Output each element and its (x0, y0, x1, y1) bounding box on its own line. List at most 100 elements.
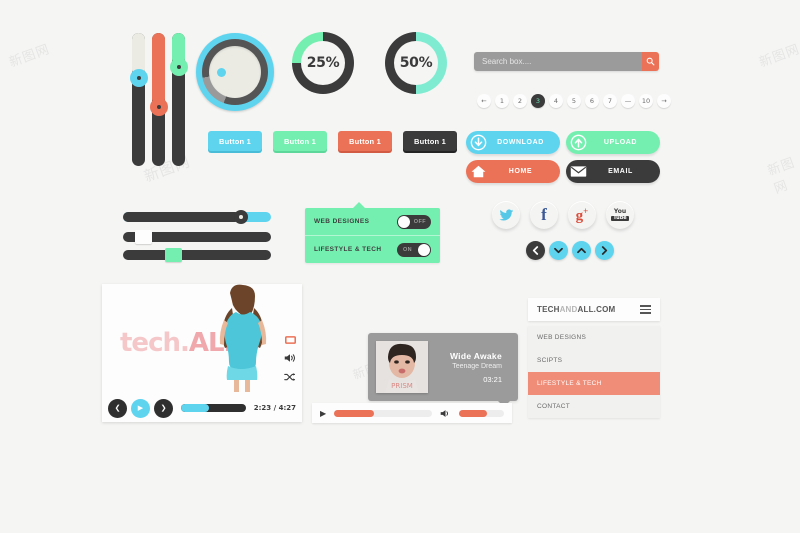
arrow-left-button[interactable] (526, 241, 545, 260)
volume-dial[interactable] (196, 33, 274, 111)
toggle-label: LIFESTYLE & TECH (314, 246, 382, 253)
toggle-state-label: OFF (413, 218, 426, 225)
video-control-bar: ❮ ▶ ❯ 2:23 / 4:27 (102, 394, 302, 422)
arrow-down-button[interactable] (549, 241, 568, 260)
button-1-cyan[interactable]: Button 1 (208, 131, 262, 151)
vertical-slider-cream[interactable] (129, 33, 148, 166)
pagination[interactable]: ← 1 2 3 4 5 6 7 — 10 → (477, 94, 671, 108)
button-1-mint[interactable]: Button 1 (273, 131, 327, 151)
home-button-label: HOME (508, 168, 533, 175)
arrow-right-button[interactable] (595, 241, 614, 260)
search-box[interactable] (474, 52, 659, 71)
next-icon: ❯ (160, 405, 167, 412)
vertical-slider-coral[interactable] (149, 33, 168, 166)
youtube-icon: You Tube (611, 208, 629, 221)
slider-knob[interactable] (234, 210, 248, 224)
video-progress-bar[interactable] (181, 404, 246, 412)
audio-volume-bar[interactable] (459, 409, 504, 417)
email-button[interactable]: EMAIL (566, 160, 660, 183)
audio-track-duration: 03:21 (483, 374, 502, 384)
brand-mid: AND (559, 305, 578, 314)
menu-icon[interactable] (640, 305, 651, 314)
envelope-icon (570, 163, 587, 180)
watermark-text: 新图网 (7, 42, 52, 71)
toggle-panel: WEB DESIGNES OFF LIFESTYLE & TECH ON (305, 202, 440, 263)
pagination-ellipsis: — (621, 94, 635, 108)
button-1-dark[interactable]: Button 1 (403, 131, 457, 151)
video-time-label: 2:23 / 4:27 (253, 404, 296, 412)
chevron-up-icon (577, 247, 586, 254)
button-label: Button 1 (218, 136, 251, 146)
prev-icon: ❮ (114, 405, 121, 412)
social-youtube-button[interactable]: You Tube (606, 201, 634, 229)
vertical-slider-knob[interactable] (129, 69, 148, 87)
search-button[interactable] (642, 52, 659, 71)
shuffle-icon[interactable] (284, 372, 296, 382)
video-play-button[interactable]: ▶ (131, 398, 150, 418)
vertical-slider-mint[interactable] (169, 33, 188, 166)
social-twitter-button[interactable] (492, 201, 520, 229)
audio-track-title: Wide Awake (449, 350, 502, 361)
pagination-page-1[interactable]: 1 (495, 94, 509, 108)
download-button[interactable]: DOWNLOAD (466, 131, 560, 154)
toggle-label: WEB DESIGNES (314, 218, 370, 225)
audio-play-button[interactable]: ▶ (320, 409, 326, 418)
progress-donut-25: 25% (292, 32, 354, 94)
pagination-page-10[interactable]: 10 (639, 94, 653, 108)
fullscreen-icon[interactable] (284, 336, 296, 344)
toggle-row-web-designes: WEB DESIGNES OFF (305, 208, 440, 235)
slider-knob[interactable] (165, 248, 182, 262)
menu-item-contact[interactable]: CONTACT (528, 395, 660, 418)
svg-text:PRISM: PRISM (391, 382, 413, 390)
video-prev-button[interactable]: ❮ (108, 398, 127, 418)
audio-control-bar: ▶ (312, 403, 512, 423)
pagination-next[interactable]: → (657, 94, 671, 108)
twitter-icon (498, 208, 513, 221)
upload-button[interactable]: UPLOAD (566, 131, 660, 154)
pagination-page-7[interactable]: 7 (603, 94, 617, 108)
horizontal-slider-white[interactable] (123, 230, 271, 244)
audio-progress-bar[interactable] (334, 409, 432, 417)
video-side-controls[interactable] (284, 336, 296, 382)
audio-track-artist: Teenage Dream (452, 362, 502, 370)
search-input[interactable] (474, 52, 642, 71)
chevron-left-icon (532, 246, 539, 255)
site-menu: TECHANDALL.COM WEB DESIGNS SCIPTS LIFEST… (528, 298, 660, 418)
volume-icon[interactable] (440, 409, 451, 418)
menu-item-web-designs[interactable]: WEB DESIGNS (528, 326, 660, 349)
pagination-page-5[interactable]: 5 (567, 94, 581, 108)
donut-label: 25% (306, 55, 340, 71)
slider-knob[interactable] (135, 230, 152, 244)
audio-track-meta: Wide Awake Teenage Dream 03:21 (436, 351, 518, 384)
play-icon: ▶ (137, 405, 144, 412)
toggle-switch-off[interactable]: OFF (397, 214, 431, 229)
button-1-coral[interactable]: Button 1 (338, 131, 392, 151)
menu-header: TECHANDALL.COM (528, 298, 660, 321)
pagination-page-2[interactable]: 2 (513, 94, 527, 108)
vertical-slider-knob[interactable] (169, 58, 188, 76)
home-button[interactable]: HOME (466, 160, 560, 183)
album-art: PRISM (376, 341, 428, 393)
toggle-knob (418, 243, 430, 256)
social-facebook-button[interactable]: f (530, 201, 558, 229)
menu-item-scipts[interactable]: SCIPTS (528, 349, 660, 372)
brand-end: ALL.COM (577, 305, 616, 314)
toggle-row-lifestyle-tech: LIFESTYLE & TECH ON (305, 235, 440, 263)
pagination-prev[interactable]: ← (477, 94, 491, 108)
social-googleplus-button[interactable]: g+ (568, 201, 596, 229)
pagination-page-3[interactable]: 3 (531, 94, 545, 108)
button-label: Button 1 (283, 136, 316, 146)
horizontal-slider-cyan[interactable] (123, 210, 271, 224)
pagination-page-4[interactable]: 4 (549, 94, 563, 108)
volume-icon[interactable] (284, 353, 296, 363)
upload-arrow-icon (570, 134, 587, 151)
menu-item-lifestyle-tech[interactable]: LIFESTYLE & TECH (528, 372, 660, 395)
horizontal-slider-mint[interactable] (123, 248, 271, 262)
video-screen[interactable]: tech.ALL (102, 284, 302, 392)
toggle-switch-on[interactable]: ON (397, 242, 431, 257)
arrow-up-button[interactable] (572, 241, 591, 260)
toggle-state-label: ON (403, 246, 413, 253)
pagination-page-6[interactable]: 6 (585, 94, 599, 108)
vertical-slider-knob[interactable] (149, 98, 168, 116)
video-next-button[interactable]: ❯ (154, 398, 173, 418)
